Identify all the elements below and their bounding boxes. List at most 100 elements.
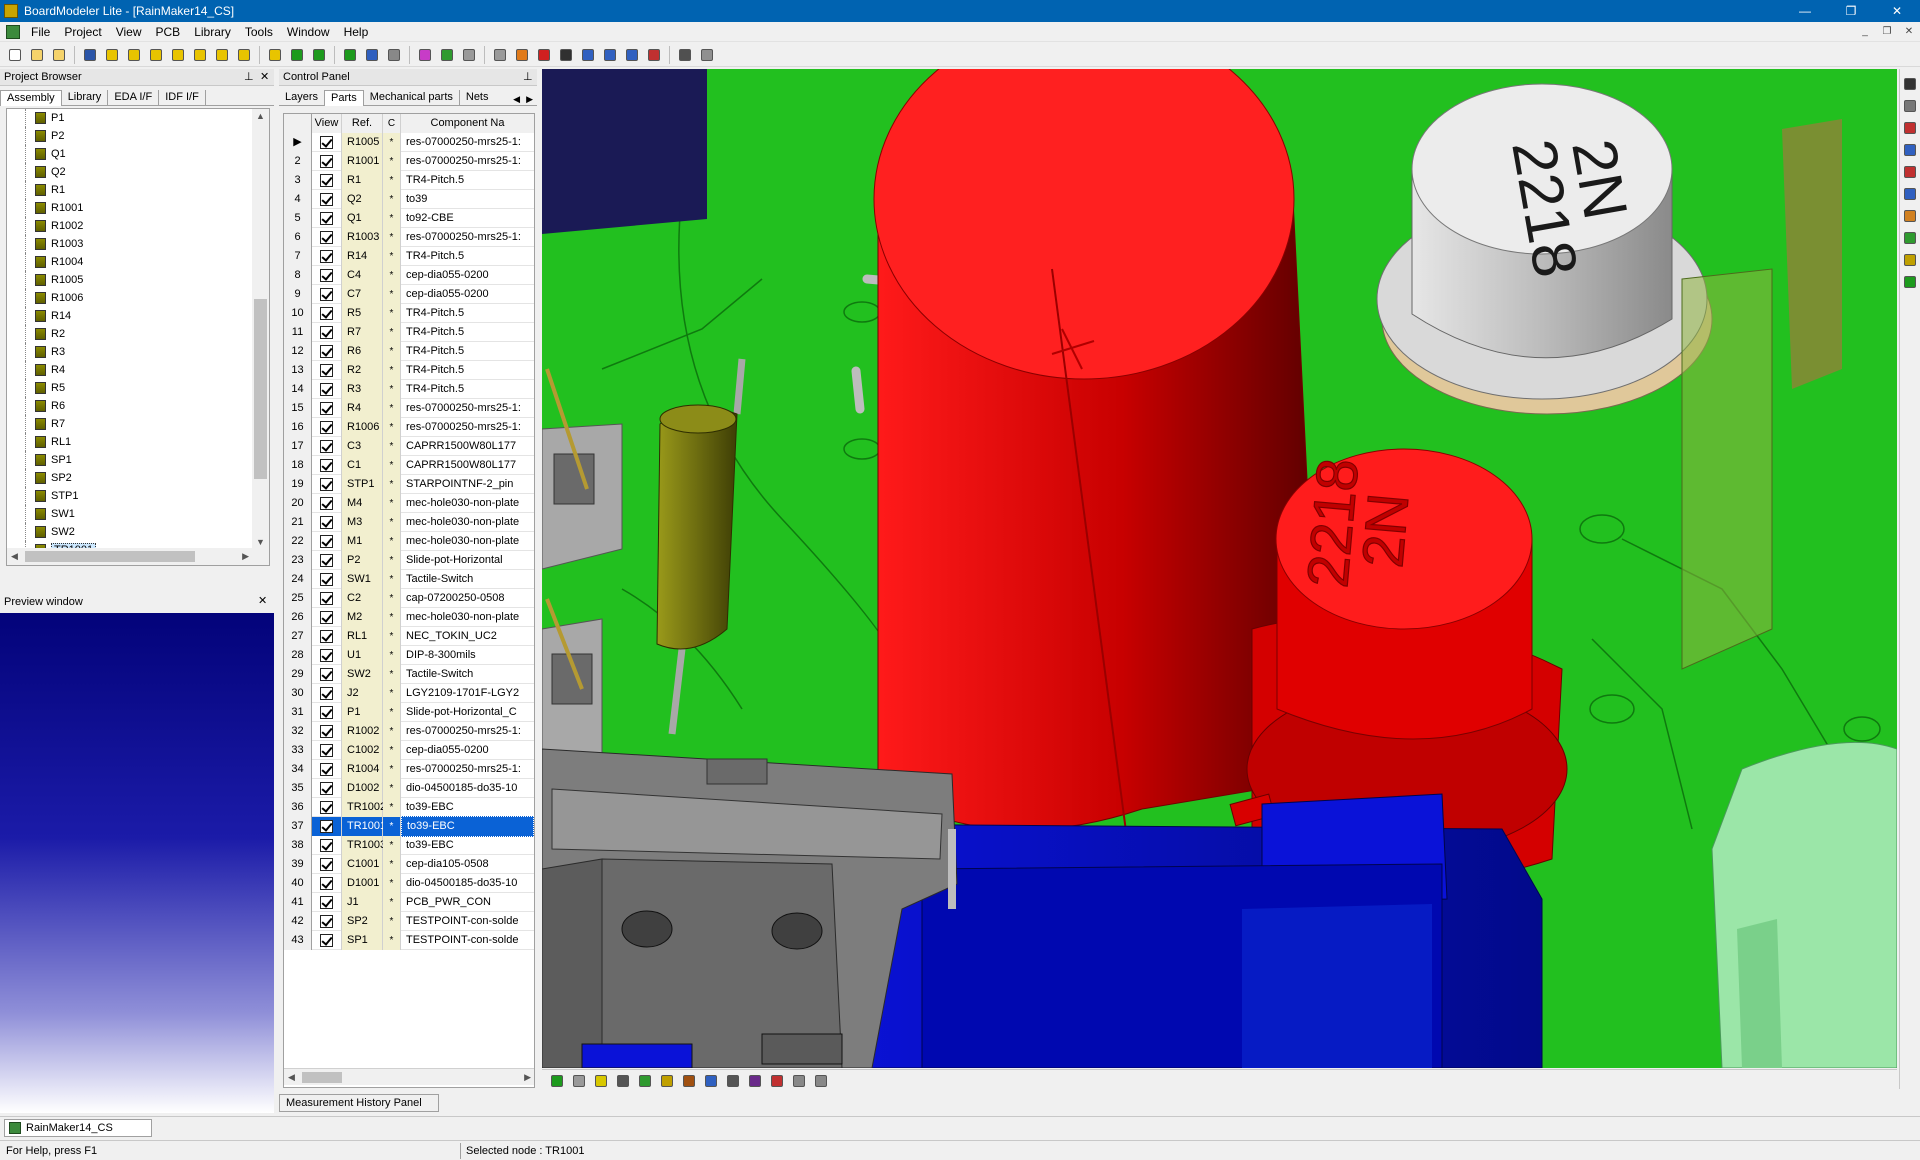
print-preview-button[interactable] [698,46,716,64]
view-cell[interactable] [312,360,342,380]
ref-cell[interactable]: SW1 [342,569,383,589]
view-checkbox[interactable] [320,667,333,681]
scroll-down-icon[interactable]: ▼ [256,537,265,547]
board-outline-button[interactable] [341,46,359,64]
view-checkbox[interactable] [320,572,333,586]
tree-item[interactable]: R2 [7,325,269,343]
parts-row[interactable]: 27 RL1 * NEC_TOKIN_UC2 [284,626,534,646]
view-cell[interactable] [312,151,342,171]
view-cell[interactable] [312,721,342,741]
component-yellow-button[interactable] [103,46,121,64]
row-number[interactable]: 31 [284,702,312,722]
component-name-cell[interactable]: to39-EBC [401,836,534,855]
c-cell[interactable]: * [383,341,401,361]
row-number[interactable]: 33 [284,740,312,760]
view-checkbox[interactable] [320,800,333,814]
component-name-cell[interactable]: dio-04500185-do35-10 [401,779,534,798]
component-name-cell[interactable]: to39 [401,190,534,209]
parts-row[interactable]: 20 M4 * mec-hole030-non-plate [284,493,534,513]
view-cell[interactable] [312,607,342,627]
component-name-cell[interactable]: cep-dia055-0200 [401,266,534,285]
c-cell[interactable]: * [383,474,401,494]
view-cell[interactable] [312,322,342,342]
view-checkbox[interactable] [320,211,333,225]
measure-grid-alt-button[interactable] [491,46,509,64]
c-cell[interactable]: * [383,151,401,171]
c-cell[interactable]: * [383,702,401,722]
row-number[interactable]: 12 [284,341,312,361]
view-cell[interactable] [312,436,342,456]
view-tool-button-1[interactable] [548,1072,566,1090]
tree-item[interactable]: R1002 [7,217,269,235]
view-cell[interactable] [312,512,342,532]
measure-button[interactable] [1901,163,1919,181]
component-name-cell[interactable]: NEC_TOKIN_UC2 [401,627,534,646]
view-tool-button-6[interactable] [658,1072,676,1090]
view-checkbox[interactable] [320,401,333,415]
c-cell[interactable]: * [383,854,401,874]
view-checkbox[interactable] [320,838,333,852]
parts-row[interactable]: 15 R4 * res-07000250-mrs25-1: [284,398,534,418]
minimize-button[interactable]: — [1782,0,1828,22]
c-cell[interactable]: * [383,588,401,608]
component-name-cell[interactable]: TESTPOINT-con-solde [401,912,534,931]
ref-cell[interactable]: Q2 [342,189,383,209]
view-checkbox[interactable] [320,173,333,187]
view-cell[interactable] [312,759,342,779]
c-cell[interactable]: * [383,892,401,912]
component-name-cell[interactable]: to39-EBC [401,798,534,817]
tree-item[interactable]: R1003 [7,235,269,253]
ref-cell[interactable]: R1 [342,170,383,190]
scroll-up-icon[interactable]: ▲ [256,111,265,121]
view-cell[interactable] [312,550,342,570]
ref-cell[interactable]: J2 [342,683,383,703]
ref-cell[interactable]: SP2 [342,911,383,931]
column-view[interactable]: View [312,114,342,133]
row-number[interactable]: 6 [284,227,312,247]
document-icon[interactable] [6,24,20,39]
c-cell[interactable]: * [383,816,401,836]
view-checkbox[interactable] [320,553,333,567]
tab-parts[interactable]: Parts [324,90,364,106]
close-button[interactable]: ✕ [1874,0,1920,22]
parts-row[interactable]: 8 C4 * cep-dia055-0200 [284,265,534,285]
view-checkbox[interactable] [320,515,333,529]
view-tool-button-7[interactable] [680,1072,698,1090]
pin-icon[interactable]: ⊥ [244,70,254,83]
ref-cell[interactable]: TR1002 [342,797,386,817]
menu-project[interactable]: Project [57,25,108,39]
view-cell[interactable] [312,683,342,703]
view-checkbox[interactable] [320,914,333,928]
column-ref[interactable]: Ref. [342,114,383,133]
row-number[interactable]: 3 [284,170,312,190]
component-name-cell[interactable]: Slide-pot-Horizontal [401,551,534,570]
scrollbar-thumb[interactable] [25,551,195,562]
view-cell[interactable] [312,569,342,589]
color-grid-button[interactable] [416,46,434,64]
ref-cell[interactable]: TR1003 [342,835,386,855]
component-name-cell[interactable]: PCB_PWR_CON [401,893,534,912]
print-button[interactable] [676,46,694,64]
parts-row[interactable]: 26 M2 * mec-hole030-non-plate [284,607,534,627]
row-number[interactable]: 27 [284,626,312,646]
tree-item[interactable]: Q2 [7,163,269,181]
parts-row[interactable]: 10 R5 * TR4-Pitch.5 [284,303,534,323]
row-number[interactable]: 42 [284,911,312,931]
view-cell[interactable] [312,740,342,760]
component-name-cell[interactable]: res-07000250-mrs25-1: [401,133,534,152]
c-cell[interactable]: * [383,569,401,589]
component-name-cell[interactable]: res-07000250-mrs25-1: [401,760,534,779]
parts-row[interactable]: 25 C2 * cap-07200250-0508 [284,588,534,608]
mdi-minimize-button[interactable]: _ [1854,26,1876,37]
view-checkbox[interactable] [320,230,333,244]
tab-nets[interactable]: Nets [459,90,495,105]
ref-cell[interactable]: R6 [342,341,383,361]
parts-row[interactable]: 19 STP1 * STARPOINTNF-2_pin [284,474,534,494]
view-checkbox[interactable] [320,420,333,434]
row-number[interactable]: 2 [284,151,312,171]
row-number[interactable]: 37 [284,816,312,836]
tree-item[interactable]: R4 [7,361,269,379]
c-cell[interactable]: * [383,303,401,323]
component-name-cell[interactable]: mec-hole030-non-plate [401,494,534,513]
view-cell[interactable] [312,873,342,893]
